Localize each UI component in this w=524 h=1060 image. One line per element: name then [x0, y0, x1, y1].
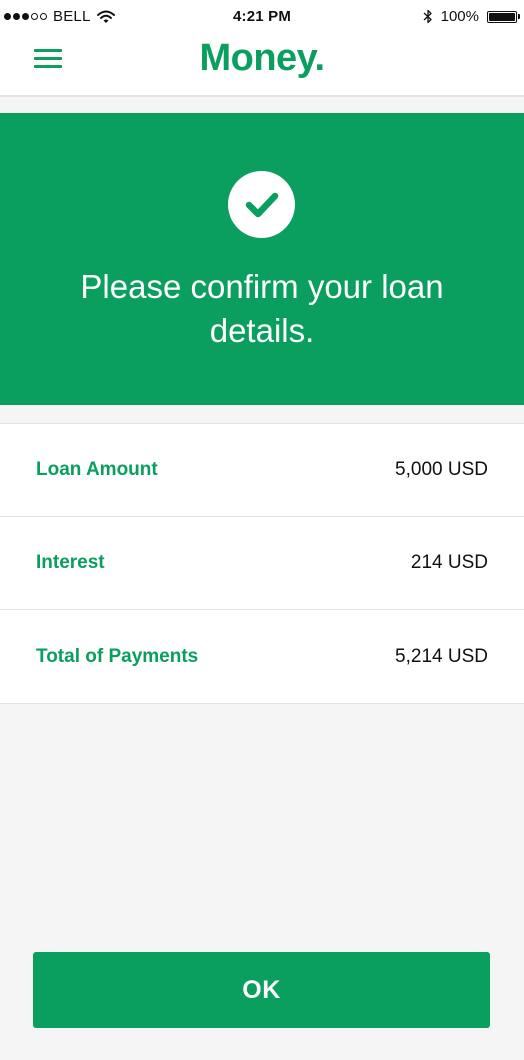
detail-row-total-payments: Total of Payments 5,214 USD	[0, 610, 524, 703]
detail-row-interest: Interest 214 USD	[0, 517, 524, 610]
checkmark-icon	[245, 192, 279, 218]
confirmation-banner: Please confirm your loan details.	[0, 113, 524, 405]
battery-icon	[487, 10, 520, 23]
app-header: Money.	[0, 34, 524, 97]
battery-body	[487, 10, 517, 23]
detail-value: 5,000 USD	[395, 459, 488, 480]
battery-tip	[518, 14, 520, 19]
detail-label: Interest	[36, 552, 105, 573]
battery-percent: 100%	[440, 8, 479, 25]
confirmation-title: Please confirm your loan details.	[80, 268, 444, 349]
detail-row-loan-amount: Loan Amount 5,000 USD	[0, 424, 524, 517]
bluetooth-icon	[423, 9, 432, 24]
detail-label: Total of Payments	[36, 645, 199, 667]
loan-details-list: Loan Amount 5,000 USD Interest 214 USD T…	[0, 423, 524, 704]
status-right: 100%	[423, 8, 520, 25]
detail-value: 5,214 USD	[395, 645, 488, 667]
check-circle-icon	[228, 171, 295, 238]
detail-label: Loan Amount	[36, 459, 158, 480]
battery-fill	[489, 12, 515, 21]
brand-logo: Money.	[199, 37, 325, 79]
ok-button[interactable]: OK	[33, 952, 490, 1028]
status-bar: BELL 4:21 PM 100%	[0, 0, 524, 34]
detail-value: 214 USD	[410, 552, 488, 573]
